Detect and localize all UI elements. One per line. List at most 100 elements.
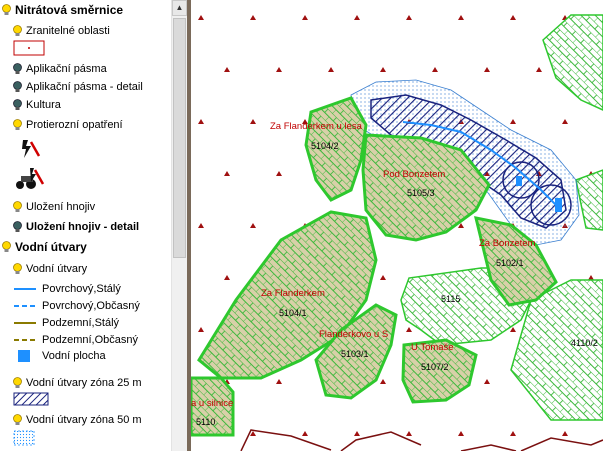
layer-zona50[interactable]: Vodní útvary zóna 50 m: [13, 411, 142, 429]
layer-aplikacni-pasma-detail[interactable]: Aplikační pásma - detail: [13, 78, 143, 96]
label-u-tomase: U Tomaše: [411, 342, 454, 353]
zone-marker-icon: [510, 15, 516, 20]
solid-olive-line-icon: [14, 322, 36, 324]
parcel-number: 5104/1: [279, 308, 307, 318]
zone-marker-icon: [536, 67, 542, 72]
zona50-swatch: [13, 430, 35, 451]
layer-ulozeni-hnojiv-detail[interactable]: Uložení hnojiv - detail: [13, 218, 139, 236]
layer-label: Vodní útvary: [26, 263, 88, 275]
zone-marker-icon: [276, 171, 282, 176]
label-u-silnice: a u silnice: [191, 398, 233, 409]
parcel-number: 5115: [441, 294, 460, 304]
zone-marker-icon: [250, 119, 256, 124]
no-tractor-icon: [14, 164, 46, 197]
zone-marker-icon: [406, 431, 412, 436]
layer-label: Kultura: [26, 99, 61, 111]
zone-marker-icon: [198, 119, 204, 124]
layer-label: Uložení hnojiv - detail: [26, 221, 140, 233]
layer-zona25[interactable]: Vodní útvary zóna 25 m: [13, 374, 142, 392]
layer-vodni-utvary[interactable]: Vodní útvary: [13, 260, 87, 278]
zone-marker-icon: [432, 67, 438, 72]
layer-label: Vodní útvary zóna 25 m: [26, 377, 142, 389]
label-za-bonzetem: Za Bonzetem: [479, 238, 536, 249]
lightbulb-icon[interactable]: [13, 201, 22, 213]
parcel-top-right[interactable]: [542, 14, 603, 111]
lightbulb-icon[interactable]: [13, 119, 22, 131]
zone-marker-icon: [406, 15, 412, 20]
zone-marker-icon: [484, 67, 490, 72]
boundary-lines: [240, 429, 603, 451]
layer-label: Uložení hnojiv: [26, 201, 96, 213]
zone-marker-icon: [224, 67, 230, 72]
layer-aplikacni-pasma[interactable]: Aplikační pásma: [13, 60, 107, 78]
layer-zranitelne-oblasti[interactable]: Zranitelné oblasti: [13, 22, 110, 40]
legend-group-nitratova[interactable]: Nitrátová směrnice: [2, 1, 123, 19]
zone-marker-icon: [198, 327, 204, 332]
parcel-number: 5105/3: [407, 188, 435, 198]
parcel-number: 5102/1: [496, 258, 524, 268]
layer-kultura[interactable]: Kultura: [13, 96, 61, 114]
zone-marker-icon: [510, 431, 516, 436]
layer-label: Aplikační pásma - detail: [26, 81, 143, 93]
zone-marker-icon: [380, 67, 386, 72]
zone-marker-icon: [458, 431, 464, 436]
zone-marker-icon: [510, 327, 516, 332]
layer-label: Protierozní opatření: [26, 119, 123, 131]
zone-marker-icon: [562, 431, 568, 436]
zone-marker-icon: [328, 67, 334, 72]
label-pod-bonzetem: Pod Bonzetem: [383, 169, 445, 180]
legend-scrollbar[interactable]: ▲: [171, 0, 187, 451]
zone-marker-icon: [276, 67, 282, 72]
no-fertilizer-icon: [17, 136, 43, 167]
lightbulb-off-icon[interactable]: [13, 221, 22, 233]
lightbulb-icon[interactable]: [13, 414, 22, 426]
zone-marker-icon: [510, 119, 516, 124]
legend-group-label: Nitrátová směrnice: [15, 3, 124, 17]
lightbulb-icon[interactable]: [2, 4, 11, 16]
legend-povrchovy-staly: Povrchový,Stálý: [14, 280, 121, 298]
zone-marker-icon: [224, 171, 230, 176]
legend-povrchovy-obcasny: Povrchový,Občasný: [14, 297, 140, 315]
lightbulb-off-icon[interactable]: [13, 81, 22, 93]
legend-group-vodni-utvary[interactable]: Vodní útvary: [2, 238, 87, 256]
lightbulb-icon[interactable]: [13, 25, 22, 37]
zone-marker-icon: [406, 327, 412, 332]
parcel-number: 5104/2: [311, 141, 339, 151]
zone-marker-icon: [302, 15, 308, 20]
legend-vodni-plocha: Vodní plocha: [14, 347, 106, 365]
zone-marker-icon: [276, 379, 282, 384]
parcel-number: 5110: [196, 417, 215, 427]
layer-label: Zranitelné oblasti: [26, 25, 110, 37]
zone-marker-icon: [354, 15, 360, 20]
dashed-blue-line-icon: [14, 305, 36, 307]
legend-group-label: Vodní útvary: [15, 240, 87, 254]
label-za-flanderkem-u-lesa: Za Flanderkem u lesa: [270, 121, 363, 132]
lightbulb-icon[interactable]: [13, 263, 22, 275]
lightbulb-off-icon[interactable]: [13, 63, 22, 75]
layer-label: Aplikační pásma: [26, 63, 107, 75]
zone-marker-icon: [198, 15, 204, 20]
layer-ulozeni-hnojiv[interactable]: Uložení hnojiv: [13, 198, 95, 216]
zone-marker-icon: [302, 431, 308, 436]
zone-marker-icon: [562, 119, 568, 124]
scroll-thumb[interactable]: [173, 18, 186, 258]
lightbulb-icon[interactable]: [2, 241, 11, 253]
label-flanderkovo-u-s: Flanderkovo u S: [319, 329, 388, 340]
map-canvas[interactable]: Za Flanderkem u lesa Pod Bonzetem Za Bon…: [191, 0, 603, 451]
solid-blue-line-icon: [14, 288, 36, 290]
legend-panel: Nitrátová směrnice Zranitelné oblasti Ap…: [0, 0, 171, 451]
zone-marker-icon: [380, 379, 386, 384]
scroll-up-arrow-icon[interactable]: ▲: [172, 0, 187, 16]
zone-marker-icon: [484, 379, 490, 384]
zona25-swatch: [13, 392, 49, 411]
legend-item-label: Povrchový,Stálý: [42, 283, 121, 295]
layer-protierozni[interactable]: Protierozní opatření: [13, 116, 123, 134]
zone-marker-icon: [458, 15, 464, 20]
label-za-flanderkem: Za Flanderkem: [261, 288, 325, 299]
zone-marker-icon: [354, 431, 360, 436]
parcel-right-mid[interactable]: [575, 169, 603, 231]
parcel-number: 5103/1: [341, 349, 369, 359]
zone-marker-icon: [224, 275, 230, 280]
lightbulb-icon[interactable]: [13, 377, 22, 389]
lightbulb-off-icon[interactable]: [13, 99, 22, 111]
